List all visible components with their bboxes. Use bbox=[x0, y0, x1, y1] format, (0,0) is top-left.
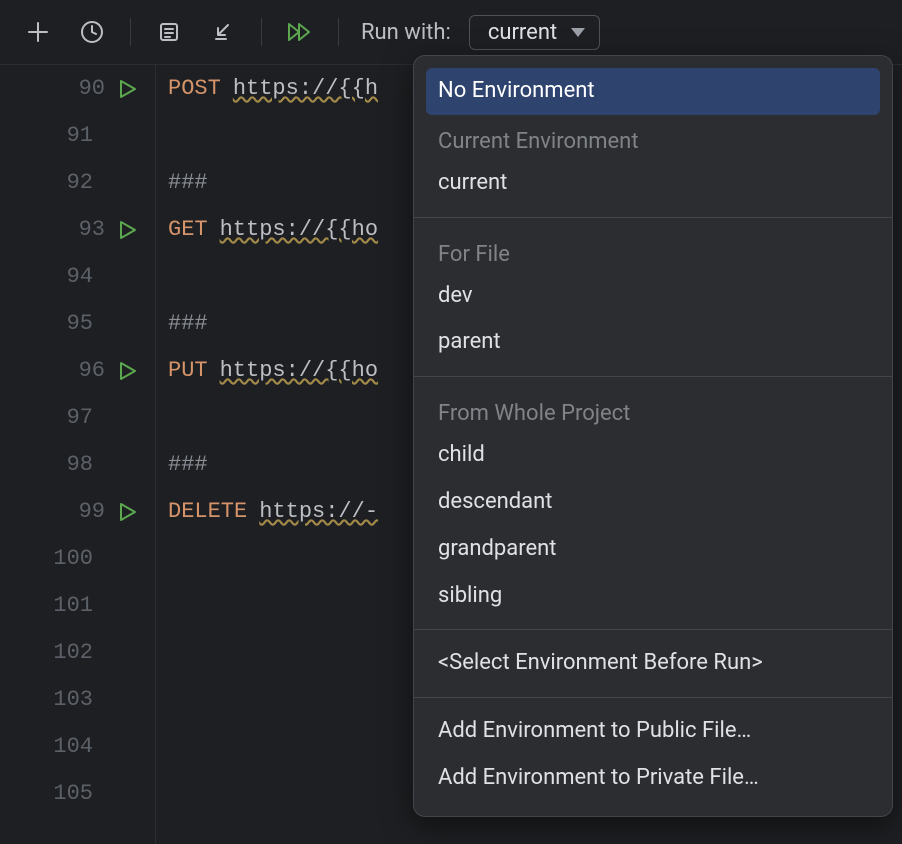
toolbar-separator bbox=[261, 18, 262, 46]
line-number: 99 bbox=[0, 488, 155, 535]
environment-dropdown: No Environment Current Environment curre… bbox=[413, 55, 893, 817]
request-separator: ### bbox=[168, 170, 208, 195]
import-icon[interactable] bbox=[205, 14, 241, 50]
http-method: PUT bbox=[168, 358, 208, 383]
structure-icon[interactable] bbox=[151, 14, 187, 50]
line-number: 97 bbox=[0, 394, 155, 441]
request-separator: ### bbox=[168, 452, 208, 477]
line-number: 105 bbox=[0, 770, 155, 817]
environment-select[interactable]: current bbox=[469, 15, 600, 50]
line-number: 95 bbox=[0, 300, 155, 347]
dropdown-item-descendant[interactable]: descendant bbox=[414, 479, 892, 526]
dropdown-header-project: From Whole Project bbox=[414, 387, 892, 432]
dropdown-item-add-public[interactable]: Add Environment to Public File… bbox=[414, 708, 892, 755]
http-method: DELETE bbox=[168, 499, 247, 524]
dropdown-item-sibling[interactable]: sibling bbox=[414, 573, 892, 620]
http-method: POST bbox=[168, 76, 221, 101]
dropdown-separator bbox=[414, 629, 892, 630]
request-url: https://{{ho bbox=[220, 217, 378, 242]
line-number: 104 bbox=[0, 723, 155, 770]
dropdown-header-for-file: For File bbox=[414, 228, 892, 273]
dropdown-item-add-private[interactable]: Add Environment to Private File… bbox=[414, 755, 892, 802]
dropdown-separator bbox=[414, 376, 892, 377]
run-icon[interactable] bbox=[117, 361, 137, 381]
toolbar-separator bbox=[130, 18, 131, 46]
line-number: 103 bbox=[0, 676, 155, 723]
request-url: https://{{ho bbox=[220, 358, 378, 383]
line-number: 102 bbox=[0, 629, 155, 676]
line-number: 101 bbox=[0, 582, 155, 629]
line-number: 98 bbox=[0, 441, 155, 488]
request-separator: ### bbox=[168, 311, 208, 336]
history-icon[interactable] bbox=[74, 14, 110, 50]
request-url: https://{{h bbox=[233, 76, 378, 101]
line-number: 94 bbox=[0, 253, 155, 300]
http-method: GET bbox=[168, 217, 208, 242]
environment-select-value: current bbox=[488, 20, 557, 45]
add-icon[interactable] bbox=[20, 14, 56, 50]
run-all-icon[interactable] bbox=[282, 14, 318, 50]
request-url: https://- bbox=[259, 499, 378, 524]
dropdown-item-no-environment[interactable]: No Environment bbox=[426, 68, 880, 115]
line-number: 93 bbox=[0, 206, 155, 253]
dropdown-separator bbox=[414, 697, 892, 698]
dropdown-item-grandparent[interactable]: grandparent bbox=[414, 526, 892, 573]
dropdown-item-parent[interactable]: parent bbox=[414, 319, 892, 366]
line-number: 90 bbox=[0, 65, 155, 112]
line-number: 91 bbox=[0, 112, 155, 159]
dropdown-header-current: Current Environment bbox=[414, 115, 892, 160]
line-number: 100 bbox=[0, 535, 155, 582]
dropdown-item-child[interactable]: child bbox=[414, 432, 892, 479]
run-with-label: Run with: bbox=[361, 20, 451, 45]
dropdown-item-dev[interactable]: dev bbox=[414, 273, 892, 320]
dropdown-item-select-before-run[interactable]: <Select Environment Before Run> bbox=[414, 640, 892, 687]
line-number: 92 bbox=[0, 159, 155, 206]
dropdown-item-current[interactable]: current bbox=[414, 160, 892, 207]
run-icon[interactable] bbox=[117, 79, 137, 99]
toolbar-separator bbox=[338, 18, 339, 46]
dropdown-separator bbox=[414, 217, 892, 218]
run-icon[interactable] bbox=[117, 220, 137, 240]
run-icon[interactable] bbox=[117, 502, 137, 522]
gutter: 90919293949596979899100101102103104105 bbox=[0, 65, 156, 844]
line-number: 96 bbox=[0, 347, 155, 394]
chevron-down-icon bbox=[571, 28, 585, 37]
